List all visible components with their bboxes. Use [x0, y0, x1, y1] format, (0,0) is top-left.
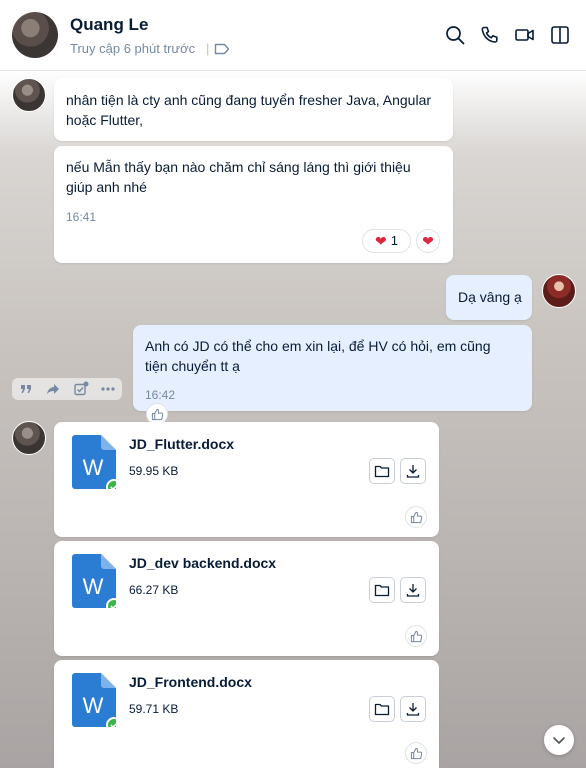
my-avatar[interactable]: [542, 274, 576, 308]
forward-icon[interactable]: [44, 380, 62, 398]
tag-icon[interactable]: [214, 42, 230, 56]
reaction-count: 1: [390, 233, 398, 248]
open-folder-button[interactable]: [369, 577, 395, 603]
video-call-icon[interactable]: [514, 24, 536, 46]
file-attachment-card[interactable]: W JD_Flutter.docx 59.95 KB: [54, 422, 439, 537]
message-text-line: tiện chuyển tt ạ: [145, 358, 240, 374]
file-size: 66.27 KB: [129, 583, 179, 597]
file-name: JD_Frontend.docx: [129, 674, 252, 690]
react-heart-button[interactable]: ❤: [416, 229, 440, 253]
more-options-icon[interactable]: [99, 380, 117, 398]
message-bubble[interactable]: nếu Mẫn thấy bạn nào chăm chỉ sáng láng …: [54, 146, 453, 263]
like-button[interactable]: [405, 506, 427, 528]
reaction-summary[interactable]: ❤ 1: [362, 229, 411, 253]
file-size: 59.71 KB: [129, 702, 179, 716]
file-type-letter: W: [83, 455, 104, 480]
scroll-to-bottom-button[interactable]: [544, 725, 574, 755]
sent-message-bubble[interactable]: Anh có JD có thể cho em xin lại, để HV c…: [133, 325, 532, 411]
message-text-line: nếu Mẫn thấy bạn nào chăm chỉ sáng láng …: [66, 159, 411, 175]
sender-avatar[interactable]: [12, 421, 46, 455]
word-file-icon: W: [72, 554, 122, 614]
download-button[interactable]: [400, 696, 426, 722]
message-bubble[interactable]: nhân tiện là cty anh cũng đang tuyển fre…: [54, 78, 453, 141]
word-file-icon: W: [72, 435, 122, 495]
like-button[interactable]: [405, 625, 427, 647]
quote-reply-icon[interactable]: [17, 380, 35, 398]
open-folder-button[interactable]: [369, 696, 395, 722]
message-text-line: giúp anh nhé: [66, 179, 147, 195]
status-separator: |: [206, 41, 210, 56]
sender-avatar[interactable]: [12, 78, 46, 112]
message-text: Dạ vâng ạ: [458, 289, 522, 305]
message-hover-toolbar: [12, 378, 122, 400]
message-text-line: Anh có JD có thể cho em xin lại, để HV c…: [145, 338, 491, 354]
file-attachment-card[interactable]: W JD_dev backend.docx 66.27 KB: [54, 541, 439, 656]
open-folder-button[interactable]: [369, 458, 395, 484]
file-type-letter: W: [83, 574, 104, 599]
word-file-icon: W: [72, 673, 122, 733]
message-time: 16:41: [66, 210, 97, 224]
heart-icon: ❤: [422, 233, 434, 249]
voice-call-icon[interactable]: [479, 24, 501, 46]
sent-message-bubble[interactable]: Dạ vâng ạ: [446, 275, 532, 320]
search-icon[interactable]: [444, 24, 466, 46]
toggle-info-panel-icon[interactable]: [549, 24, 571, 46]
like-button[interactable]: [405, 742, 427, 764]
file-type-letter: W: [83, 693, 104, 718]
file-attachment-card[interactable]: W JD_Frontend.docx 59.71 KB: [54, 660, 439, 768]
heart-icon: ❤: [375, 233, 387, 249]
message-text-line: nhân tiện là cty anh cũng đang tuyển fre…: [66, 92, 432, 108]
file-name: JD_dev backend.docx: [129, 555, 277, 571]
contact-avatar[interactable]: [12, 12, 58, 58]
message-time: 16:42: [145, 388, 176, 402]
chat-header: Quang Le Truy cập 6 phút trước |: [0, 0, 586, 71]
file-name: JD_Flutter.docx: [129, 436, 235, 452]
add-todo-icon[interactable]: [72, 380, 90, 398]
contact-name[interactable]: Quang Le: [70, 15, 148, 35]
download-button[interactable]: [400, 458, 426, 484]
download-button[interactable]: [400, 577, 426, 603]
file-size: 59.95 KB: [129, 464, 179, 478]
message-text-line: hoặc Flutter,: [66, 112, 144, 128]
chevron-down-icon: [553, 737, 565, 744]
last-seen-status: Truy cập 6 phút trước: [70, 41, 196, 56]
